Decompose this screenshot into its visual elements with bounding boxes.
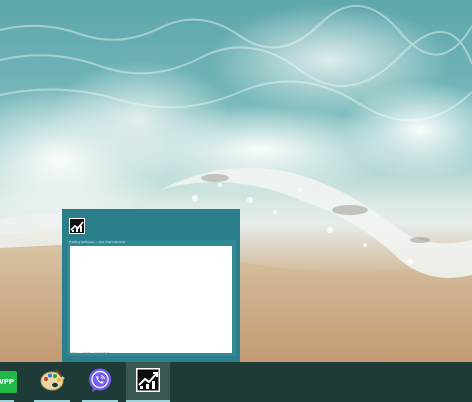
taskbar-stock-chart-app-button[interactable] (126, 362, 170, 402)
taskbar: WPP (0, 362, 472, 402)
stock-chart-icon (136, 368, 160, 396)
palette-icon (39, 367, 65, 397)
thumbnail-close-button[interactable] (210, 209, 240, 239)
taskbar-paint-app-button[interactable] (30, 362, 74, 402)
taskbar-thumbnail-preview[interactable]: Trading software — live chart window sta… (62, 209, 240, 362)
thumbnail-caption: Trading software — live chart window (69, 240, 126, 244)
wpp-app-icon: WPP (0, 371, 17, 393)
wpp-icon-label: WPP (0, 378, 14, 386)
viber-icon (87, 367, 113, 397)
taskbar-wpp-app-button[interactable]: WPP (0, 362, 18, 402)
thumbnail-window-content (70, 246, 232, 353)
taskbar-viber-app-button[interactable] (78, 362, 122, 402)
thumbnail-window-preview[interactable]: Trading software — live chart window sta… (67, 240, 236, 356)
stock-chart-icon (69, 218, 85, 234)
thumbnail-footer-text: status · ready · connected (70, 351, 110, 355)
desktop-screen: Trading software — live chart window sta… (0, 0, 472, 402)
